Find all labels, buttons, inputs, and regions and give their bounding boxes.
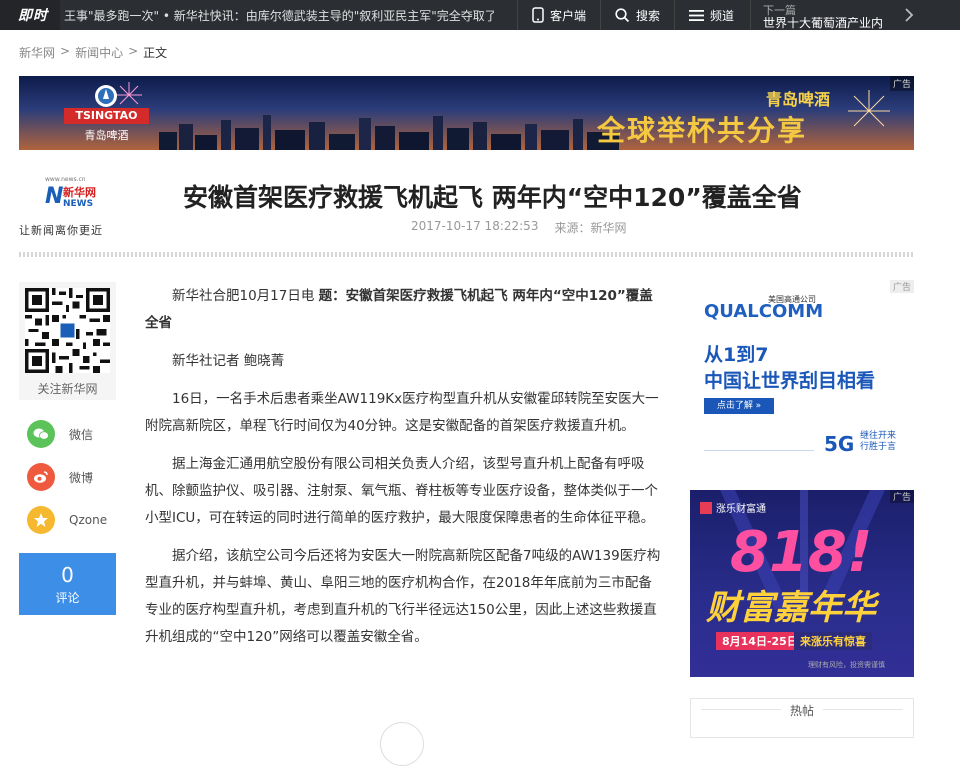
instant-logo[interactable]: 即时 bbox=[18, 5, 48, 25]
comment-count: 0 bbox=[61, 563, 74, 587]
channel-button[interactable]: 频道 bbox=[689, 0, 734, 30]
qr-code-label: 关注新华网 bbox=[37, 382, 98, 396]
logo-slogan: 让新闻离你更近 bbox=[19, 224, 103, 237]
ad-818-title: 818! bbox=[730, 520, 873, 585]
comment-button[interactable]: 0 评论 bbox=[19, 553, 116, 615]
top-navigation-bar: 即时 王事"最多跑一次" • 新华社快讯：由库尔德武装主导的"叙利亚民主军"完全… bbox=[0, 0, 960, 30]
qzone-icon bbox=[27, 506, 55, 534]
separator bbox=[674, 0, 675, 30]
breadcrumb-separator: > bbox=[60, 44, 71, 58]
tsingtao-banner-ad[interactable]: TSINGTAO 青岛啤酒 青岛啤酒 全球举杯共分享 广告 bbox=[19, 76, 914, 150]
ad-surprise-text: 来涨乐有惊喜 bbox=[794, 632, 872, 650]
share-qzone-label: Qzone bbox=[69, 513, 108, 527]
article-source: 来源：新华网 bbox=[554, 221, 627, 235]
article-paragraph: 据介绍，该航空公司今后还将为安医大一附院高新院区配备7吨级的AW139医疗构型直… bbox=[145, 548, 661, 645]
city-skyline-image bbox=[159, 115, 619, 150]
separator bbox=[750, 0, 751, 30]
client-label: 客户端 bbox=[550, 8, 587, 23]
tsingtao-emblem-icon bbox=[95, 85, 117, 107]
breadcrumb-home[interactable]: 新华网 bbox=[19, 44, 55, 61]
breadcrumb-separator: > bbox=[128, 44, 139, 58]
search-button[interactable]: 搜索 bbox=[615, 0, 660, 30]
firework-decoration bbox=[848, 90, 890, 127]
article-date: 2017-10-17 18:22:53 bbox=[411, 219, 539, 233]
header-divider bbox=[19, 252, 914, 257]
fiveg-label: 5G bbox=[824, 432, 855, 456]
breadcrumb: 新华网 > 新闻中心 > 正文 bbox=[19, 44, 167, 61]
logo-brand-en: NEWS bbox=[63, 199, 94, 209]
tsingtao-logo-cn: 青岛啤酒 bbox=[84, 129, 129, 142]
hot-posts-panel: 热帖 bbox=[690, 698, 914, 738]
separator bbox=[517, 0, 518, 30]
zhangle-brand-name: 涨乐财富通 bbox=[716, 504, 766, 515]
comment-label: 评论 bbox=[55, 591, 80, 605]
client-button[interactable]: 客户端 bbox=[532, 0, 586, 30]
ad-date-range: 8月14日-25日 bbox=[716, 632, 804, 650]
xinhuanet-logo[interactable]: www.news.cn N 新华网 NEWS 让新闻离你更近 bbox=[19, 172, 119, 238]
ad-disclaimer: 理财有风险，投资需谨慎 bbox=[808, 661, 885, 669]
news-ticker[interactable]: 王事"最多跑一次" • 新华社快讯：由库尔德武装主导的"叙利亚民主军"完全夺取了 bbox=[64, 7, 494, 24]
article-meta: 2017-10-17 18:22:53 来源：新华网 bbox=[411, 219, 626, 236]
ad-divider bbox=[704, 450, 814, 451]
article-paragraph: 据上海金汇通用航空股份有限公司相关负责人介绍，该型号直升机上配备有呼吸机、除颤监… bbox=[145, 456, 658, 526]
learn-more-button[interactable]: 点击了解 » bbox=[704, 398, 774, 414]
menu-icon bbox=[689, 9, 704, 21]
banner-brand-name: 青岛啤酒 bbox=[766, 90, 831, 109]
ad-tag: 广告 bbox=[889, 490, 914, 503]
next-article-title[interactable]: 世界十大葡萄酒产业内 bbox=[763, 17, 891, 30]
qualcomm-logo: QUALCOMM bbox=[704, 301, 824, 322]
qualcomm-ad[interactable]: 广告 美国高通公司 QUALCOMM 从1到7 中国让世界刮目相看 点击了解 »… bbox=[690, 280, 914, 464]
floating-circle-button[interactable] bbox=[380, 722, 424, 766]
wechat-icon bbox=[27, 420, 55, 448]
ad-carnival-title: 财富嘉年华 bbox=[706, 588, 876, 628]
lead-dateline: 新华社合肥10月17日电 bbox=[172, 288, 319, 304]
hot-rule-right bbox=[823, 709, 903, 710]
fiveg-subtitle: 继往开来 行胜于言 bbox=[860, 431, 897, 452]
article-reporter: 新华社记者 鲍晓菁 bbox=[172, 353, 285, 369]
share-weibo-button[interactable]: 微博 bbox=[27, 462, 93, 492]
article-title: 安徽首架医疗救援飞机起飞 两年内“空中120”覆盖全省 bbox=[183, 183, 802, 212]
qr-code-panel: 关注新华网 bbox=[19, 282, 116, 400]
zhangle-logo-icon bbox=[700, 501, 712, 514]
qr-code-image bbox=[25, 288, 110, 373]
article-lead: 新华社合肥10月17日电 题：安徽首架医疗救援飞机起飞 两年内“空中120”覆盖… bbox=[145, 283, 661, 337]
tsingtao-logo-en: TSINGTAO bbox=[64, 108, 149, 124]
qualcomm-headline-2: 中国让世界刮目相看 bbox=[704, 370, 876, 392]
share-wechat-label: 微信 bbox=[69, 427, 94, 442]
tsingtao-logo: TSINGTAO 青岛啤酒 bbox=[64, 84, 149, 144]
share-qzone-button[interactable]: Qzone bbox=[27, 505, 107, 535]
search-icon bbox=[615, 7, 630, 22]
logo-url: www.news.cn bbox=[45, 176, 86, 183]
ad-tag: 广告 bbox=[889, 76, 914, 91]
weibo-icon bbox=[27, 463, 55, 491]
zhangle-ad[interactable]: 广告 涨乐财富通 818! 财富嘉年华 8月14日-25日 来涨乐有惊喜 理财有… bbox=[690, 490, 914, 677]
logo-n-letter: N bbox=[45, 184, 64, 209]
separator bbox=[600, 0, 601, 30]
qualcomm-headline-1: 从1到7 bbox=[704, 344, 769, 366]
chevron-right-icon[interactable] bbox=[900, 6, 918, 24]
search-label: 搜索 bbox=[636, 8, 661, 23]
ad-tag: 广告 bbox=[889, 280, 914, 293]
zhangle-brand: 涨乐财富通 bbox=[700, 500, 766, 515]
breadcrumb-news-center[interactable]: 新闻中心 bbox=[75, 44, 123, 61]
breadcrumb-current: 正文 bbox=[143, 46, 168, 60]
phone-icon bbox=[532, 7, 544, 23]
share-weibo-label: 微博 bbox=[69, 470, 94, 485]
hot-posts-title: 热帖 bbox=[789, 704, 814, 718]
channel-label: 频道 bbox=[710, 8, 735, 23]
next-article-label: 下一篇 bbox=[763, 4, 796, 17]
article-paragraph: 16日，一名手术后患者乘坐AW119Kx医疗构型直升机从安徽霍邱转院至安医大一附… bbox=[145, 391, 659, 434]
share-wechat-button[interactable]: 微信 bbox=[27, 419, 93, 449]
banner-slogan: 全球举杯共分享 bbox=[597, 114, 808, 147]
article-body: 新华社合肥10月17日电 题：安徽首架医疗救援飞机起飞 两年内“空中120”覆盖… bbox=[145, 283, 661, 662]
logo-brand-cn: 新华网 bbox=[63, 186, 96, 199]
